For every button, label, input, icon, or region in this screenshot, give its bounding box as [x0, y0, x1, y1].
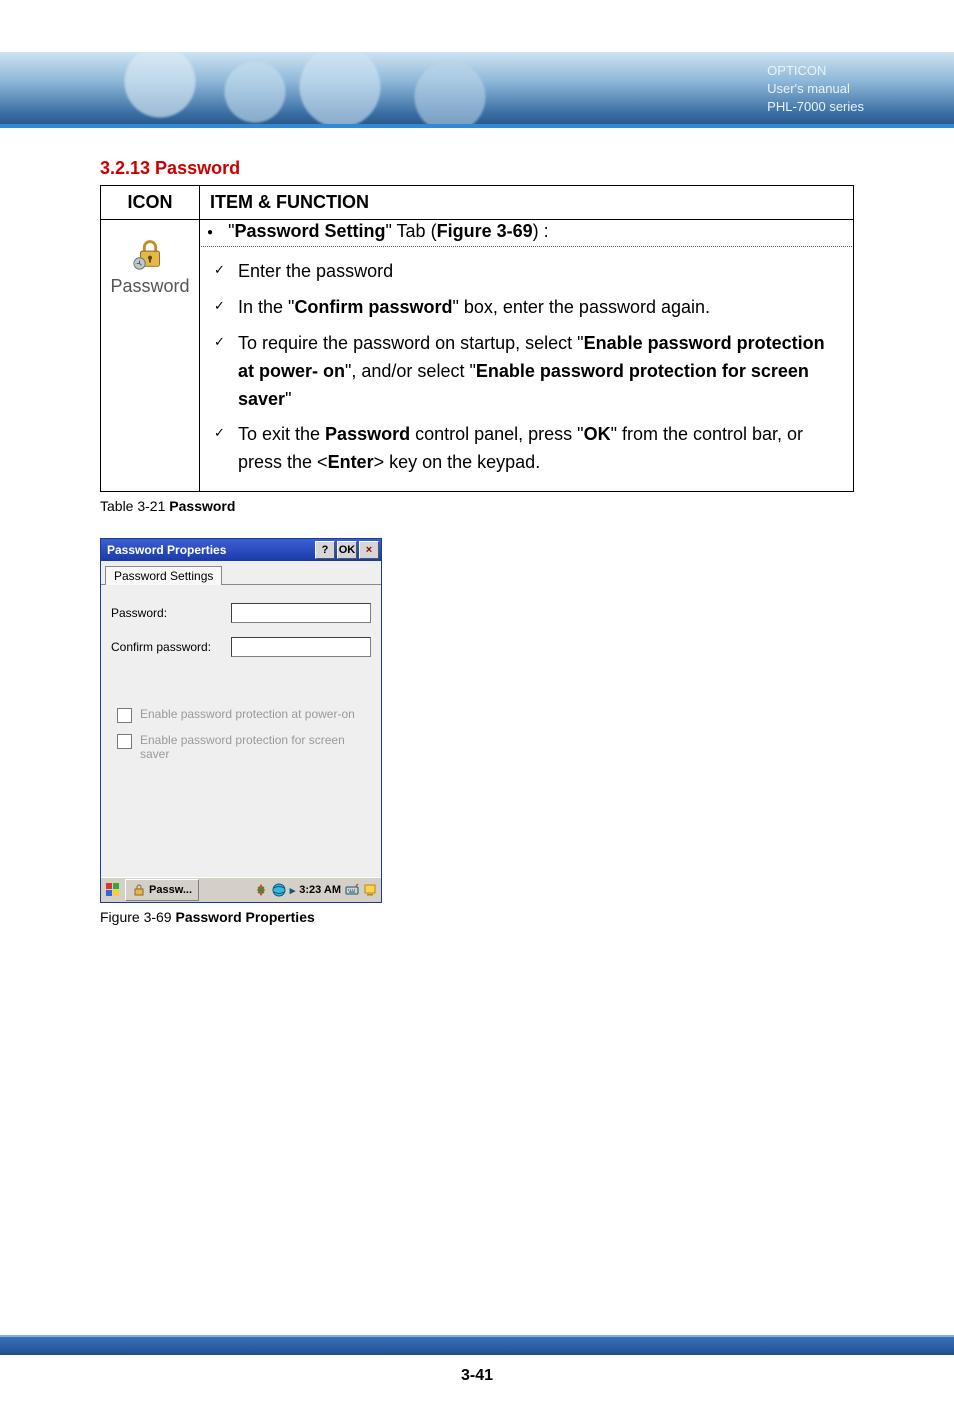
tray-time: 3:23 AM — [299, 884, 341, 896]
figure-caption-bold: Password Properties — [175, 909, 314, 925]
footer-bar — [0, 1335, 954, 1355]
th-icon: ICON — [101, 186, 200, 220]
globe-icon — [272, 883, 286, 897]
system-tray[interactable]: ▸ 3:23 AM — [254, 883, 379, 897]
desktop-icon — [363, 883, 377, 897]
tabstrip: Password Settings — [101, 561, 381, 584]
li4g: > key on the keypad. — [374, 452, 541, 472]
item-list: Enter the password In the "Confirm passw… — [210, 254, 843, 481]
th-item: ITEM & FUNCTION — [200, 186, 854, 220]
li3e: " — [285, 389, 291, 409]
lock-small-icon — [132, 883, 146, 897]
li4d: OK — [584, 424, 611, 444]
label-confirm-password: Confirm password: — [111, 640, 231, 654]
confirm-password-input[interactable] — [231, 637, 371, 657]
checkbox-poweron-label: Enable password protection at power-on — [140, 707, 355, 721]
password-properties-window: Password Properties ? OK × Password Sett… — [100, 538, 382, 903]
taskbar[interactable]: Passw... ▸ 3:23 AM — [101, 877, 381, 902]
help-button[interactable]: ? — [315, 541, 335, 559]
checkbox-screensaver-label: Enable password protection for screen sa… — [140, 733, 371, 761]
li3c: ", and/or select " — [345, 361, 476, 381]
password-input[interactable] — [231, 603, 371, 623]
li2c: " box, enter the password again. — [452, 297, 710, 317]
checkbox-row-poweron[interactable]: Enable password protection at power-on — [117, 707, 371, 723]
section-heading: 3.2.13 Password — [100, 158, 854, 179]
li2a: In the " — [238, 297, 294, 317]
checkbox-poweron[interactable] — [117, 708, 132, 723]
windows-flag-icon — [105, 882, 121, 898]
tabline-bold1: Password Setting — [234, 221, 385, 241]
page-number: 3-41 — [0, 1367, 954, 1385]
checkbox-screensaver[interactable] — [117, 734, 132, 749]
manual-line: User's manual — [767, 80, 864, 98]
window-titlebar[interactable]: Password Properties ? OK × — [101, 539, 381, 561]
bullet-dot-icon: ● — [207, 227, 213, 238]
li4f: Enter — [328, 452, 374, 472]
tabline-suffix: ) : — [533, 221, 549, 241]
figure-caption: Figure 3-69 Password Properties — [100, 909, 854, 925]
password-icon — [131, 234, 169, 272]
list-item: In the "Confirm password" box, enter the… — [210, 290, 843, 326]
li4c: control panel, press " — [410, 424, 583, 444]
table-caption-bold: Password — [169, 498, 235, 514]
list-item: Enter the password — [210, 254, 843, 290]
header-text-block: OPTICON User's manual PHL-7000 series — [767, 62, 864, 116]
panel: Password: Confirm password: Enable passw… — [101, 584, 381, 877]
list-item: To exit the Password control panel, pres… — [210, 417, 843, 481]
icon-cell: Password — [101, 220, 200, 492]
brand-name: OPTICON — [767, 62, 864, 80]
tabline-bold2: Figure 3-69 — [437, 221, 533, 241]
table-caption: Table 3-21 Password — [100, 498, 854, 514]
table-caption-prefix: Table 3-21 — [100, 498, 169, 514]
tab-heading-line: ● "Password Setting" Tab (Figure 3-69) : — [201, 221, 852, 247]
start-button[interactable] — [103, 880, 123, 900]
checkbox-row-screensaver[interactable]: Enable password protection for screen sa… — [117, 733, 371, 761]
function-table: ICON ITEM & FUNCTION Password ● "Passwor… — [100, 185, 854, 492]
series-line: PHL-7000 series — [767, 98, 864, 116]
li2b: Confirm password — [294, 297, 452, 317]
header-banner: OPTICON User's manual PHL-7000 series — [0, 52, 954, 124]
taskbar-app-label: Passw... — [149, 884, 192, 896]
icon-label: Password — [110, 276, 189, 296]
list-item: To require the password on startup, sele… — [210, 326, 843, 418]
window-title: Password Properties — [107, 543, 226, 557]
taskbar-app-button[interactable]: Passw... — [125, 879, 199, 901]
li1-text: Enter the password — [238, 261, 393, 281]
label-password: Password: — [111, 606, 231, 620]
li4b: Password — [325, 424, 410, 444]
tabline-mid: " Tab ( — [385, 221, 436, 241]
tab-password-settings[interactable]: Password Settings — [105, 566, 222, 585]
li4a: To exit the — [238, 424, 325, 444]
input-mode-icon — [254, 883, 268, 897]
figure-caption-prefix: Figure 3-69 — [100, 909, 175, 925]
close-button[interactable]: × — [359, 541, 379, 559]
keyboard-icon — [345, 883, 359, 897]
li3a: To require the password on startup, sele… — [238, 333, 584, 353]
ok-button[interactable]: OK — [337, 541, 357, 559]
